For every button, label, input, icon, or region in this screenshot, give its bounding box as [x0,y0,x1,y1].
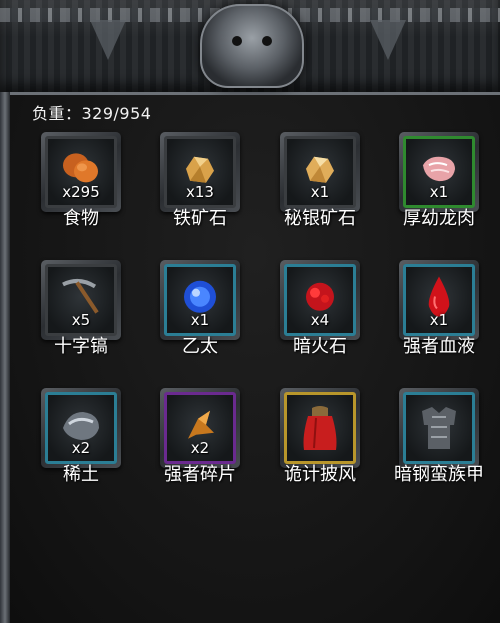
item-name: 铁矿石 [173,208,227,229]
item-name: 十字镐 [54,336,108,357]
item-quantity: x2 [190,439,210,457]
inventory-slot[interactable]: x2 [160,388,240,468]
item-name: 强者碎片 [164,464,236,485]
inventory-slot[interactable]: x2 [41,388,121,468]
inventory-slot[interactable]: x1 [280,132,360,212]
item-name: 诡计披风 [284,464,356,485]
inventory-slot[interactable]: x295 [41,132,121,212]
inventory-slot[interactable] [399,388,479,468]
item-quantity: x4 [310,311,330,329]
inventory-slot[interactable]: x13 [160,132,240,212]
weight-label: 负重：329/954 [32,104,152,123]
item-quantity: x5 [71,311,91,329]
item-name: 暗钢蛮族甲 [394,464,484,485]
inventory-slot[interactable]: x4 [280,260,360,340]
item-name: 暗火石 [293,336,347,357]
left-frame-border [0,92,10,623]
item-name: 强者血液 [403,336,475,357]
inventory-slot[interactable] [280,388,360,468]
inventory-slot[interactable]: x1 [399,132,479,212]
spike-decoration [90,20,126,60]
item-name: 食物 [63,208,99,229]
item-name: 稀土 [63,464,99,485]
item-name: 秘银矿石 [284,208,356,229]
item-quantity: x1 [429,311,449,329]
meat-icon [423,156,455,182]
spike-decoration [370,20,406,60]
cloak-icon [303,406,337,450]
item-quantity: x1 [190,311,210,329]
item-quantity: x2 [71,439,91,457]
inventory-slot[interactable]: x1 [160,260,240,340]
inventory-slot[interactable]: x5 [41,260,121,340]
item-name: 厚幼龙肉 [403,208,475,229]
item-quantity: x1 [429,183,449,201]
skull-emblem-icon [200,4,304,88]
inventory-slot[interactable]: x1 [399,260,479,340]
item-quantity: x13 [186,183,214,201]
item-quantity: x1 [310,183,330,201]
ornate-top-frame [0,0,500,95]
item-quantity: x295 [62,183,100,201]
armor-icon [422,407,456,449]
item-name: 乙太 [182,336,218,357]
